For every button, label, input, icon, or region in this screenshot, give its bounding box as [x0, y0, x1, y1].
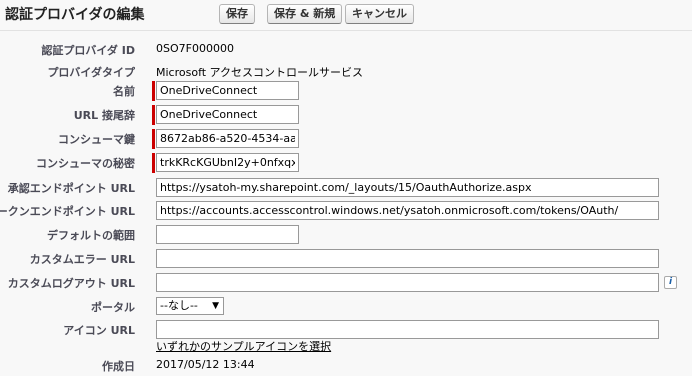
icon-url-input[interactable]: [156, 320, 659, 339]
consumer-secret-input[interactable]: [156, 153, 299, 172]
custom-logout-url-input[interactable]: [156, 273, 659, 292]
provider-type-row: プロバイダタイプ Microsoft アクセスコントロールサービス: [0, 62, 692, 82]
name-input[interactable]: [156, 81, 299, 100]
url-suffix-row: URL 接尾辞: [0, 105, 692, 125]
cancel-button[interactable]: キャンセル: [345, 4, 414, 24]
token-url-input[interactable]: [156, 201, 659, 220]
custom-error-url-row: カスタムエラー URL: [0, 249, 692, 269]
default-scope-input[interactable]: [156, 225, 299, 244]
custom-error-url-label: カスタムエラー URL: [29, 253, 135, 266]
custom-logout-url-row: カスタムログアウト URL i: [0, 273, 692, 293]
required-marker: [152, 153, 155, 173]
custom-error-url-input[interactable]: [156, 249, 659, 268]
name-row: 名前: [0, 81, 692, 101]
created-date-row: 作成日 2017/05/12 13:44: [0, 356, 692, 376]
provider-type-label: プロバイダタイプ: [47, 66, 135, 79]
custom-logout-url-label: カスタムログアウト URL: [7, 277, 135, 290]
consumer-key-label: コンシューマ鍵: [58, 133, 135, 146]
save-new-button[interactable]: 保存 & 新規: [267, 4, 343, 24]
url-suffix-input[interactable]: [156, 105, 299, 124]
provider-id-label: 認証プロバイダ ID: [41, 44, 135, 57]
token-url-row: トークンエンドポイント URL: [0, 201, 692, 221]
token-url-label: トークンエンドポイント URL: [0, 205, 135, 218]
required-marker: [152, 105, 155, 125]
info-icon[interactable]: i: [664, 276, 677, 289]
chevron-down-icon: ▼: [212, 301, 219, 311]
provider-id-row: 認証プロバイダ ID 0SO7F000000: [0, 40, 692, 60]
url-suffix-label: URL 接尾辞: [73, 109, 135, 122]
consumer-secret-row: コンシューマの秘密: [0, 153, 692, 173]
required-marker: [152, 129, 155, 149]
portal-label: ポータル: [91, 301, 135, 314]
consumer-key-input[interactable]: [156, 129, 299, 148]
provider-type-value: Microsoft アクセスコントロールサービス: [156, 66, 364, 79]
authorize-url-row: 承認エンドポイント URL: [0, 178, 692, 198]
save-button[interactable]: 保存: [219, 4, 255, 24]
authorize-url-label: 承認エンドポイント URL: [7, 182, 135, 195]
consumer-key-row: コンシューマ鍵: [0, 129, 692, 149]
created-date-label: 作成日: [102, 360, 135, 373]
page-title: 認証プロバイダの編集: [5, 7, 145, 23]
default-scope-row: デフォルトの範囲: [0, 225, 692, 245]
portal-row: ポータル --なし-- ▼: [0, 297, 692, 317]
consumer-secret-label: コンシューマの秘密: [36, 157, 135, 170]
select-sample-icon-link[interactable]: いずれかのサンプルアイコンを選択: [156, 338, 331, 354]
icon-url-label: アイコン URL: [63, 324, 135, 337]
default-scope-label: デフォルトの範囲: [47, 229, 135, 242]
portal-selected-value: --なし--: [160, 299, 198, 312]
portal-select[interactable]: --なし-- ▼: [156, 297, 224, 315]
required-marker: [152, 81, 155, 101]
created-date-value: 2017/05/12 13:44: [156, 358, 255, 371]
authorize-url-input[interactable]: [156, 178, 659, 197]
provider-id-value: 0SO7F000000: [156, 42, 234, 55]
name-label: 名前: [113, 85, 135, 98]
page-header: 認証プロバイダの編集 保存 保存 & 新規 キャンセル: [0, 0, 692, 31]
icon-url-row: アイコン URL: [0, 320, 692, 340]
